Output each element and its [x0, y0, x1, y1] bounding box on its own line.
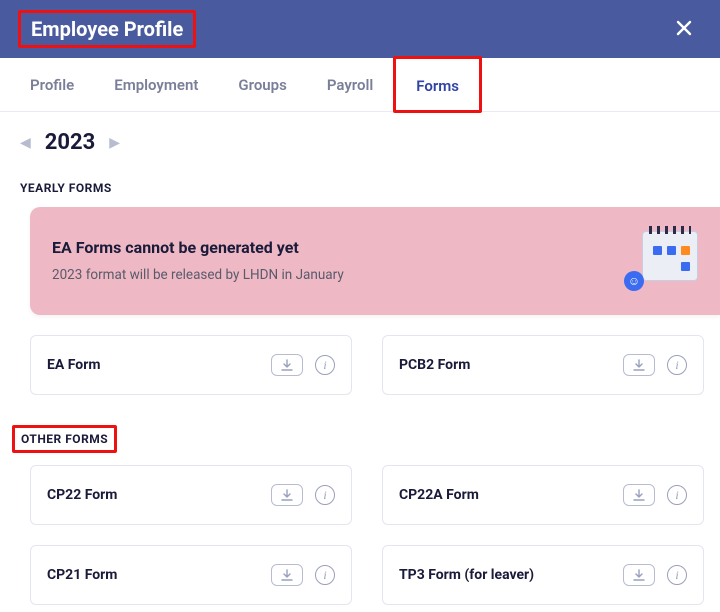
smile-icon: ☺: [624, 271, 644, 291]
notice-banner: EA Forms cannot be generated yet 2023 fo…: [30, 207, 720, 315]
content: ◀ 2023 ▶ YEARLY FORMS EA Forms cannot be…: [0, 112, 720, 605]
chevron-left-icon[interactable]: ◀: [20, 135, 31, 151]
form-card-pcb2: PCB2 Form i: [382, 335, 704, 395]
form-card-title: CP22 Form: [47, 487, 117, 503]
yearly-forms-row: EA Form i PCB2 Form i: [20, 335, 700, 395]
form-card-title: TP3 Form (for leaver): [399, 567, 534, 583]
info-icon[interactable]: i: [315, 355, 335, 375]
notice-text: EA Forms cannot be generated yet 2023 fo…: [52, 238, 344, 283]
download-button[interactable]: [623, 564, 655, 586]
form-card-cp22: CP22 Form i: [30, 465, 352, 525]
tabs: Profile Employment Groups Payroll Forms: [0, 58, 720, 112]
tab-forms[interactable]: Forms: [393, 56, 482, 113]
download-button[interactable]: [623, 354, 655, 376]
form-card-ea: EA Form i: [30, 335, 352, 395]
form-card-title: CP21 Form: [47, 567, 117, 583]
info-icon[interactable]: i: [667, 565, 687, 585]
notice-title: EA Forms cannot be generated yet: [52, 238, 344, 257]
notice-subtitle: 2023 format will be released by LHDN in …: [52, 267, 344, 283]
year-value: 2023: [45, 130, 96, 155]
download-button[interactable]: [271, 484, 303, 506]
calendar-icon: ☺: [630, 227, 698, 293]
year-selector: ◀ 2023 ▶: [20, 130, 700, 155]
info-icon[interactable]: i: [315, 485, 335, 505]
form-card-cp22a: CP22A Form i: [382, 465, 704, 525]
other-forms-row-1: CP22 Form i CP22A Form i: [20, 465, 700, 525]
tab-payroll[interactable]: Payroll: [307, 58, 393, 111]
other-forms-heading: OTHER FORMS: [12, 425, 117, 453]
form-card-title: PCB2 Form: [399, 357, 470, 373]
other-forms-row-2: CP21 Form i TP3 Form (for leaver) i: [20, 545, 700, 605]
download-button[interactable]: [271, 354, 303, 376]
tab-employment[interactable]: Employment: [94, 58, 218, 111]
info-icon[interactable]: i: [315, 565, 335, 585]
form-card-cp21: CP21 Form i: [30, 545, 352, 605]
yearly-forms-heading: YEARLY FORMS: [20, 181, 112, 195]
tab-profile[interactable]: Profile: [10, 58, 94, 111]
form-card-title: CP22A Form: [399, 487, 479, 503]
modal-header: Employee Profile: [0, 0, 720, 58]
download-button[interactable]: [271, 564, 303, 586]
form-card-tp3: TP3 Form (for leaver) i: [382, 545, 704, 605]
info-icon[interactable]: i: [667, 355, 687, 375]
form-card-title: EA Form: [47, 357, 100, 373]
info-icon[interactable]: i: [667, 485, 687, 505]
page-title: Employee Profile: [18, 10, 196, 48]
chevron-right-icon[interactable]: ▶: [109, 135, 120, 151]
download-button[interactable]: [623, 484, 655, 506]
close-icon[interactable]: [666, 13, 702, 45]
tab-groups[interactable]: Groups: [218, 58, 306, 111]
